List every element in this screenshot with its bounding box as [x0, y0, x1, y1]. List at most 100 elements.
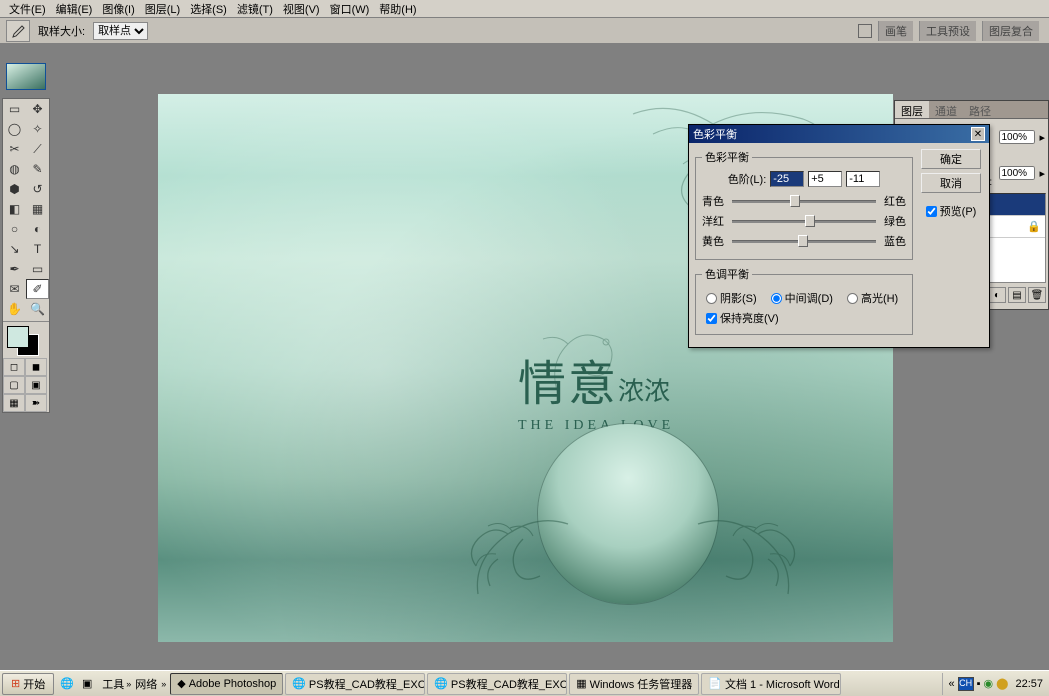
tool-brush[interactable]: ✎	[26, 159, 49, 179]
ql-desktop-icon[interactable]: ▣	[78, 674, 96, 694]
sample-size-label: 取样大小:	[38, 23, 85, 39]
tool-gradient[interactable]: ▦	[26, 199, 49, 219]
menu-view[interactable]: 视图(V)	[278, 0, 325, 19]
tool-dodge[interactable]: ◐	[26, 219, 49, 239]
tool-history[interactable]: ↺	[26, 179, 49, 199]
tab-layers[interactable]: 图层	[895, 101, 929, 118]
menu-file[interactable]: 文件(E)	[4, 0, 51, 19]
magenta-green-value[interactable]	[808, 171, 842, 187]
docked-tab-presets[interactable]: 工具预设	[919, 21, 976, 41]
clock[interactable]: 22:57	[1015, 678, 1043, 690]
fg-color-swatch[interactable]	[7, 326, 29, 348]
task-word[interactable]: 📄文档 1 - Microsoft Word	[701, 673, 841, 695]
tray-icon-2[interactable]: ◉	[984, 677, 994, 690]
eyedropper-icon	[10, 24, 26, 38]
docked-tab-comps[interactable]: 图层复合	[982, 21, 1039, 41]
cancel-button[interactable]: 取消	[921, 173, 981, 193]
tool-move[interactable]: ✥	[26, 99, 49, 119]
task-browser-2[interactable]: 🌐PS教程_CAD教程_EXCE...	[427, 673, 567, 695]
tone-group-label: 色调平衡	[702, 266, 752, 282]
yellow-blue-slider[interactable]	[732, 234, 876, 248]
tray-icon-1[interactable]: ▪	[977, 678, 981, 690]
group-label: 色彩平衡	[702, 149, 752, 165]
tone-balance-group: 色调平衡 阴影(S) 中间调(D) 高光(H) 保持亮度(V)	[695, 266, 913, 335]
fill-arrow-icon[interactable]: ▸	[1039, 167, 1045, 180]
task-photoshop[interactable]: ◆Adobe Photoshop	[170, 673, 283, 695]
tool-path[interactable]: ↘	[3, 239, 26, 259]
tool-type[interactable]: T	[26, 239, 49, 259]
menu-window[interactable]: 窗口(W)	[325, 0, 375, 19]
dialog-titlebar[interactable]: 色彩平衡 ✕	[689, 125, 989, 143]
opacity-field[interactable]	[999, 130, 1035, 144]
start-button[interactable]: ⊞ 开始	[2, 673, 54, 695]
system-tray[interactable]: « CH ▪ ◉ ⬤ 22:57	[942, 673, 1049, 695]
menu-image[interactable]: 图像(I)	[97, 0, 139, 19]
yellow-label: 黄色	[702, 233, 728, 249]
tool-hand[interactable]: ✋	[3, 299, 26, 319]
layer-delete-button[interactable]: 🗑	[1028, 287, 1046, 303]
windows-taskbar: ⊞ 开始 🌐 ▣ 工具» 网络» ◆Adobe Photoshop 🌐PS教程_…	[0, 670, 1049, 696]
layer-new-button[interactable]: ▤	[1008, 287, 1026, 303]
sample-size-select[interactable]: 取样点	[93, 22, 148, 40]
midtones-radio[interactable]: 中间调(D)	[771, 290, 833, 306]
highlights-radio[interactable]: 高光(H)	[847, 290, 898, 306]
options-bar: 取样大小: 取样点 画笔 工具预设 图层复合	[0, 18, 1049, 44]
tool-notes[interactable]: ✉	[3, 279, 26, 299]
dialog-close-button[interactable]: ✕	[971, 127, 985, 141]
shadows-radio[interactable]: 阴影(S)	[706, 290, 757, 306]
menu-filter[interactable]: 滤镜(T)	[232, 0, 278, 19]
tool-marquee[interactable]: ▭	[3, 99, 26, 119]
quick-launch: 🌐 ▣	[58, 674, 96, 694]
cyan-red-slider[interactable]	[732, 194, 876, 208]
preserve-lum-checkbox[interactable]: 保持亮度(V)	[702, 308, 906, 328]
task-taskmgr[interactable]: ▦Windows 任务管理器	[569, 673, 699, 695]
tool-lasso[interactable]: ◯	[3, 119, 26, 139]
docked-tab-brushes[interactable]: 画笔	[878, 21, 913, 41]
tool-stamp[interactable]: ⬢	[3, 179, 26, 199]
language-indicator[interactable]: CH	[958, 677, 974, 691]
screenmode-1[interactable]: ▢	[3, 376, 25, 394]
tool-zoom[interactable]: 🔍	[26, 299, 49, 319]
tray-expand-icon[interactable]: «	[949, 678, 955, 690]
tool-slice[interactable]: ⟋	[26, 139, 49, 159]
screenmode-3[interactable]: ▦	[3, 394, 25, 412]
yellow-blue-value[interactable]	[846, 171, 880, 187]
menu-help[interactable]: 帮助(H)	[374, 0, 421, 19]
tool-eyedropper[interactable]: ✐	[26, 279, 49, 299]
fill-field[interactable]	[999, 166, 1035, 180]
quickmask-on[interactable]: ◼	[25, 358, 47, 376]
toolbar-label-2[interactable]: 网络	[135, 676, 157, 692]
tool-crop[interactable]: ✂	[3, 139, 26, 159]
toolbar-label-1[interactable]: 工具	[102, 676, 124, 692]
opacity-arrow-icon[interactable]: ▸	[1039, 131, 1045, 144]
tab-channels[interactable]: 通道	[929, 101, 963, 118]
cyan-red-value[interactable]	[770, 171, 804, 187]
ql-ie-icon[interactable]: 🌐	[58, 674, 76, 694]
tab-paths[interactable]: 路径	[963, 101, 997, 118]
task-browser-1[interactable]: 🌐PS教程_CAD教程_EXCE...	[285, 673, 425, 695]
quickmask-off[interactable]: ◻	[3, 358, 25, 376]
tool-blur[interactable]: ○	[3, 219, 26, 239]
screenmode-2[interactable]: ▣	[25, 376, 47, 394]
jump-to[interactable]: ➽	[25, 394, 47, 412]
tool-wand[interactable]: ✧	[26, 119, 49, 139]
tool-heal[interactable]: ◍	[3, 159, 26, 179]
menu-layer[interactable]: 图层(L)	[140, 0, 185, 19]
preview-checkbox[interactable]: 预览(P)	[926, 203, 977, 219]
color-swatches[interactable]	[3, 324, 49, 358]
tool-pen[interactable]: ✒	[3, 259, 26, 279]
tool-shape[interactable]: ▭	[26, 259, 49, 279]
current-tool-icon[interactable]	[6, 20, 30, 42]
color-balance-dialog: 色彩平衡 ✕ 色彩平衡 色阶(L): 青色 红色 洋红	[688, 124, 990, 348]
ok-button[interactable]: 确定	[921, 149, 981, 169]
color-balance-group: 色彩平衡 色阶(L): 青色 红色 洋红 绿色	[695, 149, 913, 260]
layer-adjust-button[interactable]: ◐	[988, 287, 1006, 303]
palette-toggle-icon[interactable]	[858, 24, 872, 38]
tray-icon-3[interactable]: ⬤	[996, 677, 1008, 690]
navigator-thumb[interactable]	[6, 63, 46, 90]
menu-select[interactable]: 选择(S)	[185, 0, 232, 19]
menu-bar: 文件(E) 编辑(E) 图像(I) 图层(L) 选择(S) 滤镜(T) 视图(V…	[0, 0, 1049, 18]
magenta-green-slider[interactable]	[732, 214, 876, 228]
menu-edit[interactable]: 编辑(E)	[51, 0, 98, 19]
tool-eraser[interactable]: ◧	[3, 199, 26, 219]
